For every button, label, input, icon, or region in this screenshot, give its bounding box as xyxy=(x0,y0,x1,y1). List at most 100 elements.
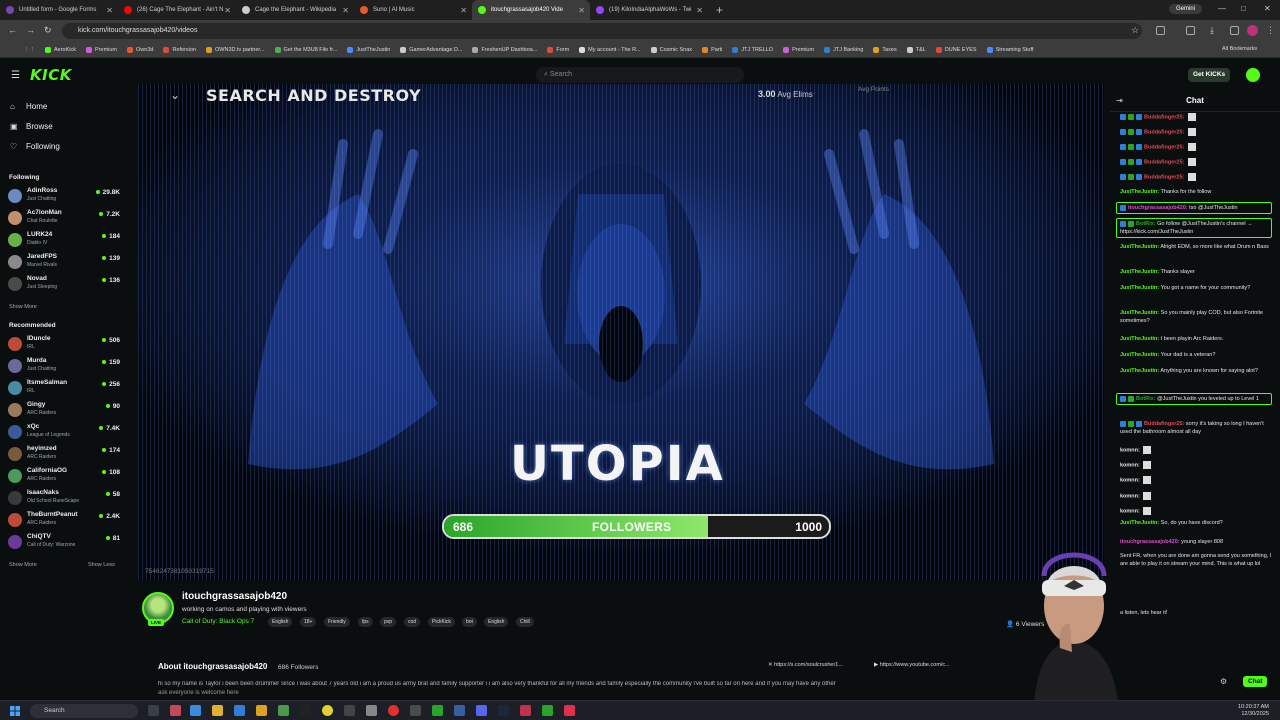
chat-username[interactable]: itouchgrassasajob420: xyxy=(1128,205,1188,211)
browser-tab[interactable]: Suno | AI Music ✕ xyxy=(354,0,472,20)
bookmark-item[interactable]: Get the M3U8 File fr... xyxy=(274,46,337,53)
streamer-name[interactable]: itouchgrassasajob420 xyxy=(182,591,287,602)
app-icon-19[interactable] xyxy=(564,705,575,716)
bookmark-item[interactable]: T&L xyxy=(906,46,926,53)
taskbar-clock[interactable]: 10:20:37 AM 12/30/2025 xyxy=(1238,704,1269,718)
channel-item[interactable]: IsaacNaks Old School RuneScape 58 xyxy=(8,488,120,508)
stream-tag[interactable]: Chill xyxy=(516,617,534,627)
chat-username[interactable]: JustTheJustin: xyxy=(1120,368,1159,374)
social-youtube-link[interactable]: ▶ https://www.youtube.com/c... xyxy=(874,662,950,668)
kick-logo[interactable]: KICK xyxy=(30,66,72,84)
bookmark-item[interactable]: AeroKick xyxy=(45,46,76,53)
app-icon-18[interactable] xyxy=(542,705,553,716)
chat-username[interactable]: itouchgrassasajob420: xyxy=(1120,539,1180,545)
app-icon-14[interactable] xyxy=(454,705,465,716)
app-icon-7[interactable] xyxy=(300,705,311,716)
app-icon-12[interactable] xyxy=(410,705,421,716)
bookmark-item[interactable]: GamerAdvantage D... xyxy=(400,46,462,53)
menu-icon[interactable]: ⋮ xyxy=(1266,25,1275,36)
tab-close-icon[interactable]: ✕ xyxy=(460,6,467,15)
bookmark-item[interactable]: JTJ TRELLO xyxy=(732,46,773,53)
sidepanel-icon[interactable] xyxy=(1186,26,1195,35)
bookmark-item[interactable]: JTJ Banking xyxy=(824,46,863,53)
chat-username[interactable]: JustTheJustin: xyxy=(1120,269,1159,275)
bookmark-item[interactable]: Streaming Stuff xyxy=(986,46,1033,53)
tab-close-icon[interactable]: ✕ xyxy=(342,6,349,15)
bookmark-item[interactable]: Cosmic Snax xyxy=(650,46,692,53)
show-more-recommended[interactable]: Show More xyxy=(9,562,37,568)
chat-username[interactable]: JustTheJustin: xyxy=(1120,336,1159,342)
bookmark-item[interactable]: Premium xyxy=(86,46,117,53)
stream-tag[interactable]: bot xyxy=(462,617,477,627)
chat-username[interactable]: komnn: xyxy=(1120,447,1140,453)
sidebar-nav-home[interactable]: ⌂ Home xyxy=(10,102,47,111)
channel-item[interactable]: ItsmeSalman IRL 256 xyxy=(8,378,120,398)
url-field[interactable]: kick.com/itouchgrassasajob420/videos xyxy=(62,23,1142,39)
app-icon-1[interactable] xyxy=(170,705,181,716)
stream-tag[interactable]: Friendly xyxy=(324,617,350,627)
chat-username[interactable]: komnn: xyxy=(1120,462,1140,468)
all-bookmarks[interactable]: All Bookmarks xyxy=(1222,46,1257,52)
new-tab-icon[interactable]: + xyxy=(708,3,731,17)
maximize-icon[interactable]: □ xyxy=(1241,4,1246,13)
chat-username[interactable]: JustTheJustin: xyxy=(1120,244,1159,250)
stream-tag[interactable]: English xyxy=(268,617,293,627)
search-input[interactable]: ⌕ Search xyxy=(536,67,744,83)
windows-start-icon[interactable] xyxy=(10,706,20,716)
extensions-icon[interactable] xyxy=(1156,26,1165,35)
stream-tag[interactable]: PickKick xyxy=(428,617,455,627)
user-avatar[interactable] xyxy=(1246,68,1260,82)
channel-item[interactable]: AdinRoss Just Chatting 29.8K xyxy=(8,186,120,206)
chat-username[interactable]: Buddafinger25: xyxy=(1144,144,1184,150)
channel-item[interactable]: Ac7ionMan Chat Roulette 7.2K xyxy=(8,208,120,228)
stream-tag[interactable]: fps xyxy=(358,617,373,627)
forward-icon[interactable]: → xyxy=(26,25,35,35)
channel-item[interactable]: Gingy ARC Raiders 90 xyxy=(8,400,120,420)
browser-tab[interactable]: (19) KiloIndiaAlphaWoWs - Twi ✕ xyxy=(590,0,708,20)
app-icon-5[interactable] xyxy=(256,705,267,716)
channel-item[interactable]: LURK24 Diablo IV 184 xyxy=(8,230,120,250)
browser-tab[interactable]: Cage the Elephant - Wikipedia ✕ xyxy=(236,0,354,20)
hamburger-icon[interactable]: ☰ xyxy=(11,70,20,81)
chat-username[interactable]: Buddafinger25: xyxy=(1144,114,1184,120)
chat-username[interactable]: BotRix: xyxy=(1136,221,1156,227)
app-icon-13[interactable] xyxy=(432,705,443,716)
task-view-icon[interactable] xyxy=(148,705,159,716)
chevron-down-icon[interactable]: ⌄ xyxy=(170,88,180,102)
bookmark-star-icon[interactable]: ☆ xyxy=(1131,25,1139,36)
channel-item[interactable]: ChiQTV Call of Duty: Warzone 81 xyxy=(8,532,120,552)
video-player[interactable]: ⌄ SEARCH AND DESTROY 3.00 Avg Elims Avg … xyxy=(138,84,1104,580)
bookmark-item[interactable]: FreshenUP Dashboa... xyxy=(472,46,537,53)
bookmark-item[interactable]: Refersion xyxy=(163,46,196,53)
app-icon-10[interactable] xyxy=(366,705,377,716)
minimize-icon[interactable]: — xyxy=(1218,4,1226,13)
app-icon-2[interactable] xyxy=(190,705,201,716)
taskbar-search[interactable]: Search xyxy=(30,704,138,718)
chat-username[interactable]: komnn: xyxy=(1120,477,1140,483)
channel-item[interactable]: TheBurntPeanut ARC Raiders 2.4K xyxy=(8,510,120,530)
browser-tab[interactable]: itouchgrassasajob420 Vide ✕ xyxy=(472,0,590,20)
bookmark-item[interactable]: Own3d xyxy=(127,46,153,53)
show-less-recommended[interactable]: Show Less xyxy=(88,562,115,568)
profile-icon[interactable] xyxy=(1230,26,1239,35)
back-icon[interactable]: ← xyxy=(8,25,17,35)
chat-username[interactable]: JustTheJustin: xyxy=(1120,310,1159,316)
sidebar-nav-browse[interactable]: ▣ Browse xyxy=(10,122,53,131)
channel-item[interactable]: Murda Just Chatting 159 xyxy=(8,356,120,376)
chat-username[interactable]: JustTheJustin: xyxy=(1120,352,1159,358)
chrome-icon[interactable] xyxy=(322,705,333,716)
tab-close-icon[interactable]: ✕ xyxy=(578,6,585,15)
stream-category[interactable]: Call of Duty: Black Ops 7 xyxy=(182,618,254,625)
bookmark-item[interactable]: OWN3D.tv partner... xyxy=(206,46,265,53)
channel-item[interactable]: CaliforniaOG ARC Raiders 108 xyxy=(8,466,120,486)
apps-icon[interactable]: ⋮⋮ xyxy=(24,47,35,53)
chat-username[interactable]: Buddafinger25: xyxy=(1144,174,1184,180)
download-icon[interactable]: ⤓ xyxy=(1210,25,1214,36)
app-icon-11[interactable] xyxy=(388,705,399,716)
bookmark-item[interactable]: JustTheJustin xyxy=(347,46,390,53)
stream-tag[interactable]: 18+ xyxy=(300,617,317,627)
channel-item[interactable]: heyimzed ARC Raiders 174 xyxy=(8,444,120,464)
social-x-link[interactable]: ✕ https://x.com/soulcrusher1... xyxy=(768,662,843,668)
chat-username[interactable]: BotRix: xyxy=(1136,396,1156,402)
bookmark-item[interactable]: DUNE EYES xyxy=(935,46,977,53)
